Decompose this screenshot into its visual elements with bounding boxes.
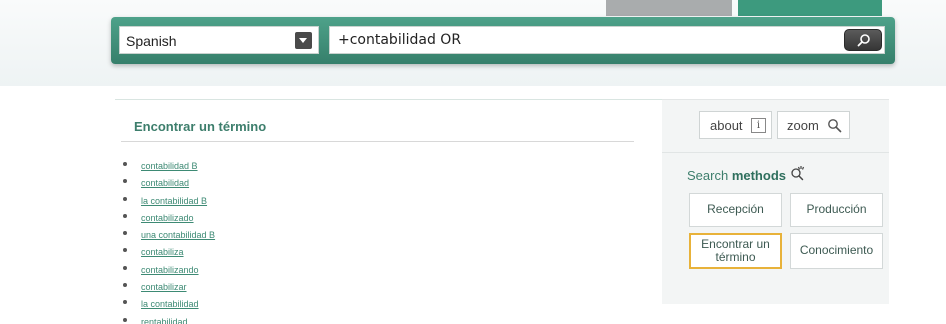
list-item: la contabilidad	[115, 294, 215, 311]
zoom-button[interactable]: zoom	[777, 111, 850, 139]
list-item: contabilizado	[115, 208, 215, 225]
result-link[interactable]: contabiliza	[141, 247, 184, 257]
list-item: contabilizando	[115, 260, 215, 277]
result-link[interactable]: contabilizando	[141, 265, 199, 275]
methods-heading: Search methods	[687, 168, 786, 183]
results-panel: Encontrar un término contabilidad B cont…	[115, 99, 662, 324]
result-link[interactable]: contabilizar	[141, 282, 187, 292]
search-input[interactable]	[329, 26, 885, 54]
about-button[interactable]: about i	[699, 111, 772, 139]
list-item: contabilidad B	[115, 156, 215, 173]
methods-heading-prefix: Search	[687, 168, 732, 183]
side-panel: about i zoom Search methods Recepción Pr…	[662, 99, 889, 304]
search-icon	[857, 34, 870, 47]
results-list: contabilidad B contabilidad la contabili…	[115, 156, 215, 324]
result-link[interactable]: contabilidad	[141, 178, 189, 188]
search-bar: Spanish	[111, 17, 895, 64]
method-recepcion-button[interactable]: Recepción	[689, 193, 782, 227]
list-item: una contabilidad B	[115, 225, 215, 242]
result-link[interactable]: contabilidad B	[141, 161, 198, 171]
info-icon: i	[751, 118, 766, 133]
method-conocimiento-button[interactable]: Conocimiento	[790, 233, 883, 269]
magnifier-icon	[828, 119, 842, 133]
result-link[interactable]: rentabilidad	[141, 317, 188, 324]
about-label: about	[710, 118, 743, 133]
result-link[interactable]: contabilizado	[141, 213, 194, 223]
list-item: contabilizar	[115, 277, 215, 294]
top-tab-grey[interactable]	[606, 0, 732, 16]
chevron-down-icon[interactable]	[295, 32, 312, 49]
result-link[interactable]: una contabilidad B	[141, 230, 215, 240]
search-methods-icon	[791, 166, 805, 181]
list-item: contabiliza	[115, 242, 215, 259]
language-value: Spanish	[126, 33, 177, 49]
top-tab-green[interactable]	[738, 0, 882, 16]
list-item: contabilidad	[115, 173, 215, 190]
list-item: rentabilidad	[115, 312, 215, 324]
language-select[interactable]: Spanish	[119, 26, 319, 54]
divider	[121, 141, 634, 142]
result-link[interactable]: la contabilidad	[141, 299, 199, 309]
method-produccion-button[interactable]: Producción	[790, 193, 883, 227]
zoom-label: zoom	[787, 118, 819, 133]
methods-heading-bold: methods	[731, 168, 786, 183]
search-button[interactable]	[844, 29, 882, 51]
divider	[662, 152, 889, 153]
method-encontrar-button[interactable]: Encontrar un término	[689, 233, 782, 269]
list-item: la contabilidad B	[115, 191, 215, 208]
section-title: Encontrar un término	[134, 119, 267, 134]
result-link[interactable]: la contabilidad B	[141, 196, 207, 206]
